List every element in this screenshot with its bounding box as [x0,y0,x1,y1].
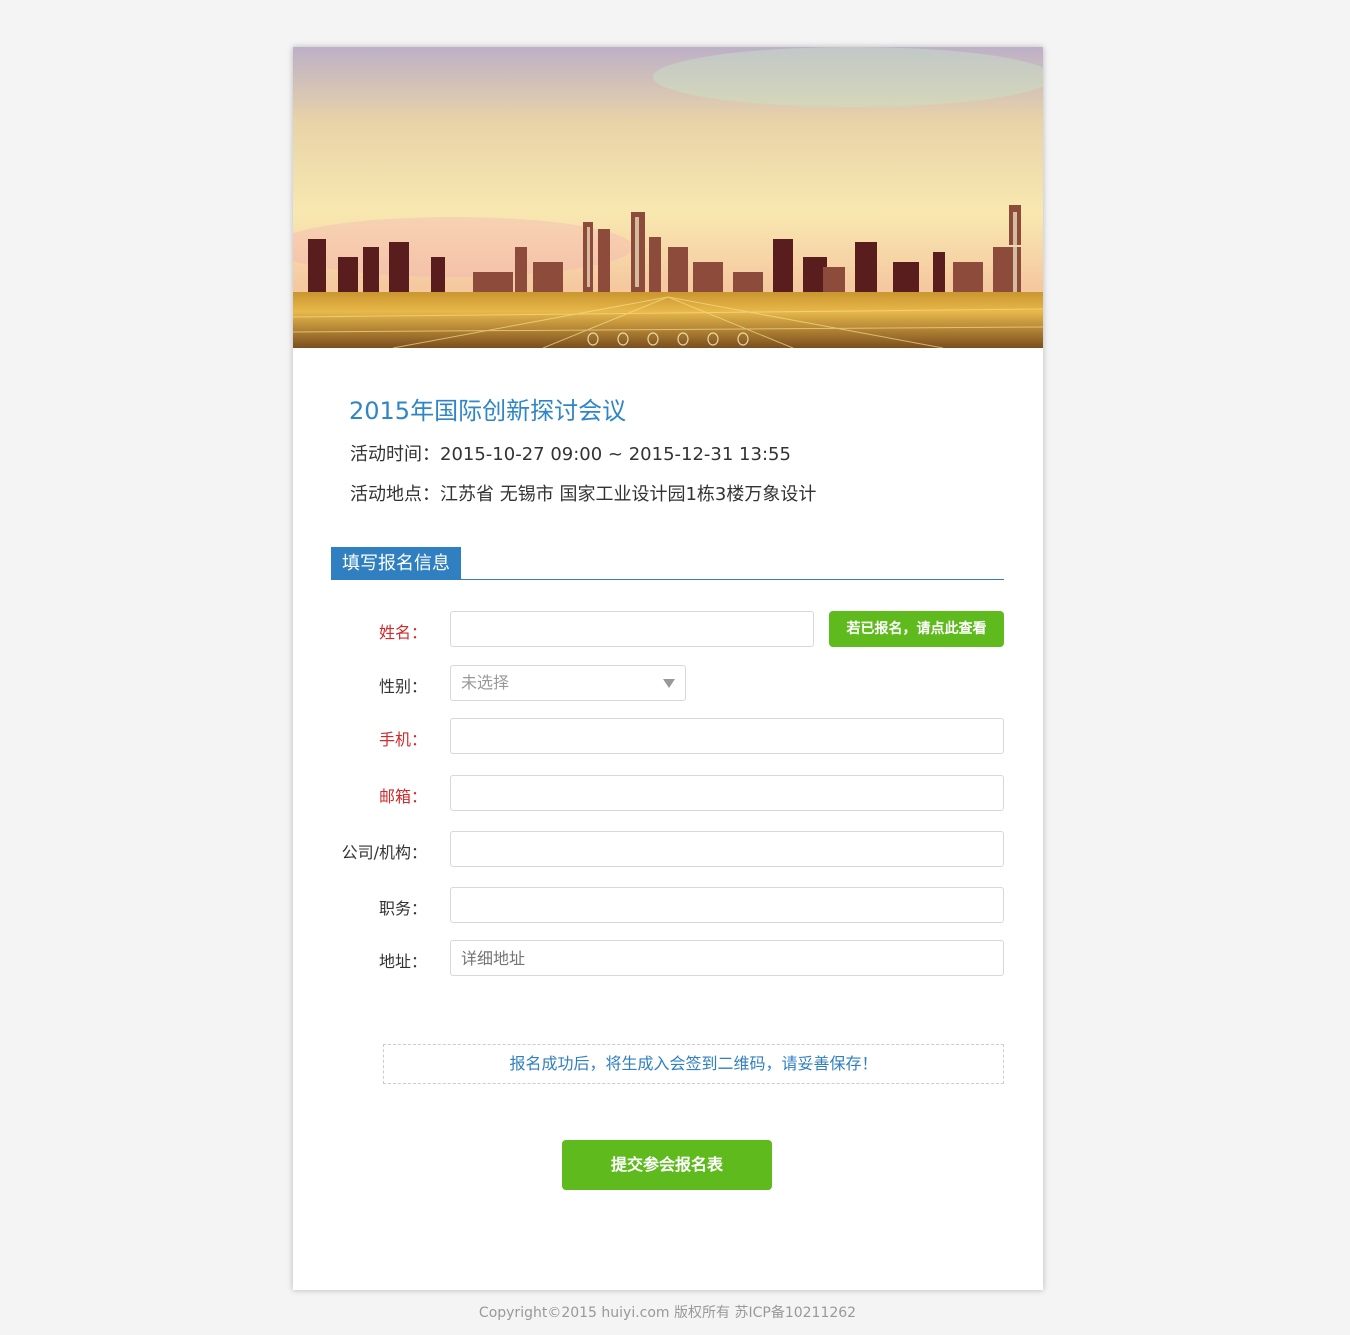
submit-button[interactable]: 提交参会报名表 [562,1140,772,1190]
event-title: 2015年国际创新探讨会议 [349,397,627,425]
check-registered-button[interactable]: 若已报名，请点此查看 [829,611,1004,647]
banner-image [293,47,1043,348]
gender-label: 性别： [378,677,427,696]
email-label: 邮箱： [378,787,427,806]
company-input[interactable] [450,831,1004,867]
phone-input[interactable] [450,718,1004,754]
name-label: 姓名： [378,623,427,642]
footer-copyright: Copyright©2015 huiyi.com 版权所有 苏ICP备10211… [478,1305,857,1321]
city-skyline-illustration [293,47,1043,348]
registration-card: 2015年国际创新探讨会议 活动时间：2015-10-27 09:00 ~ 20… [293,47,1043,1290]
email-input[interactable] [450,775,1004,811]
qr-code-notice: 报名成功后，将生成入会签到二维码，请妥善保存！ [383,1044,1004,1084]
phone-label: 手机： [378,730,427,749]
company-label: 公司/机构： [341,843,427,862]
form-section-title: 填写报名信息 [331,547,461,580]
dropdown-arrow-icon [663,679,675,688]
event-time: 活动时间：2015-10-27 09:00 ~ 2015-12-31 13:55 [350,444,791,465]
gender-selected-value: 未选择 [461,673,510,692]
event-location: 活动地点：江苏省 无锡市 国家工业设计园1栋3楼万象设计 [350,484,817,505]
position-label: 职务： [378,899,427,918]
address-label: 地址： [378,952,427,971]
address-input[interactable] [450,940,1004,976]
name-input[interactable] [450,611,814,647]
position-input[interactable] [450,887,1004,923]
form-section-header: 填写报名信息 [331,547,1004,580]
gender-select[interactable]: 未选择 [450,665,686,701]
